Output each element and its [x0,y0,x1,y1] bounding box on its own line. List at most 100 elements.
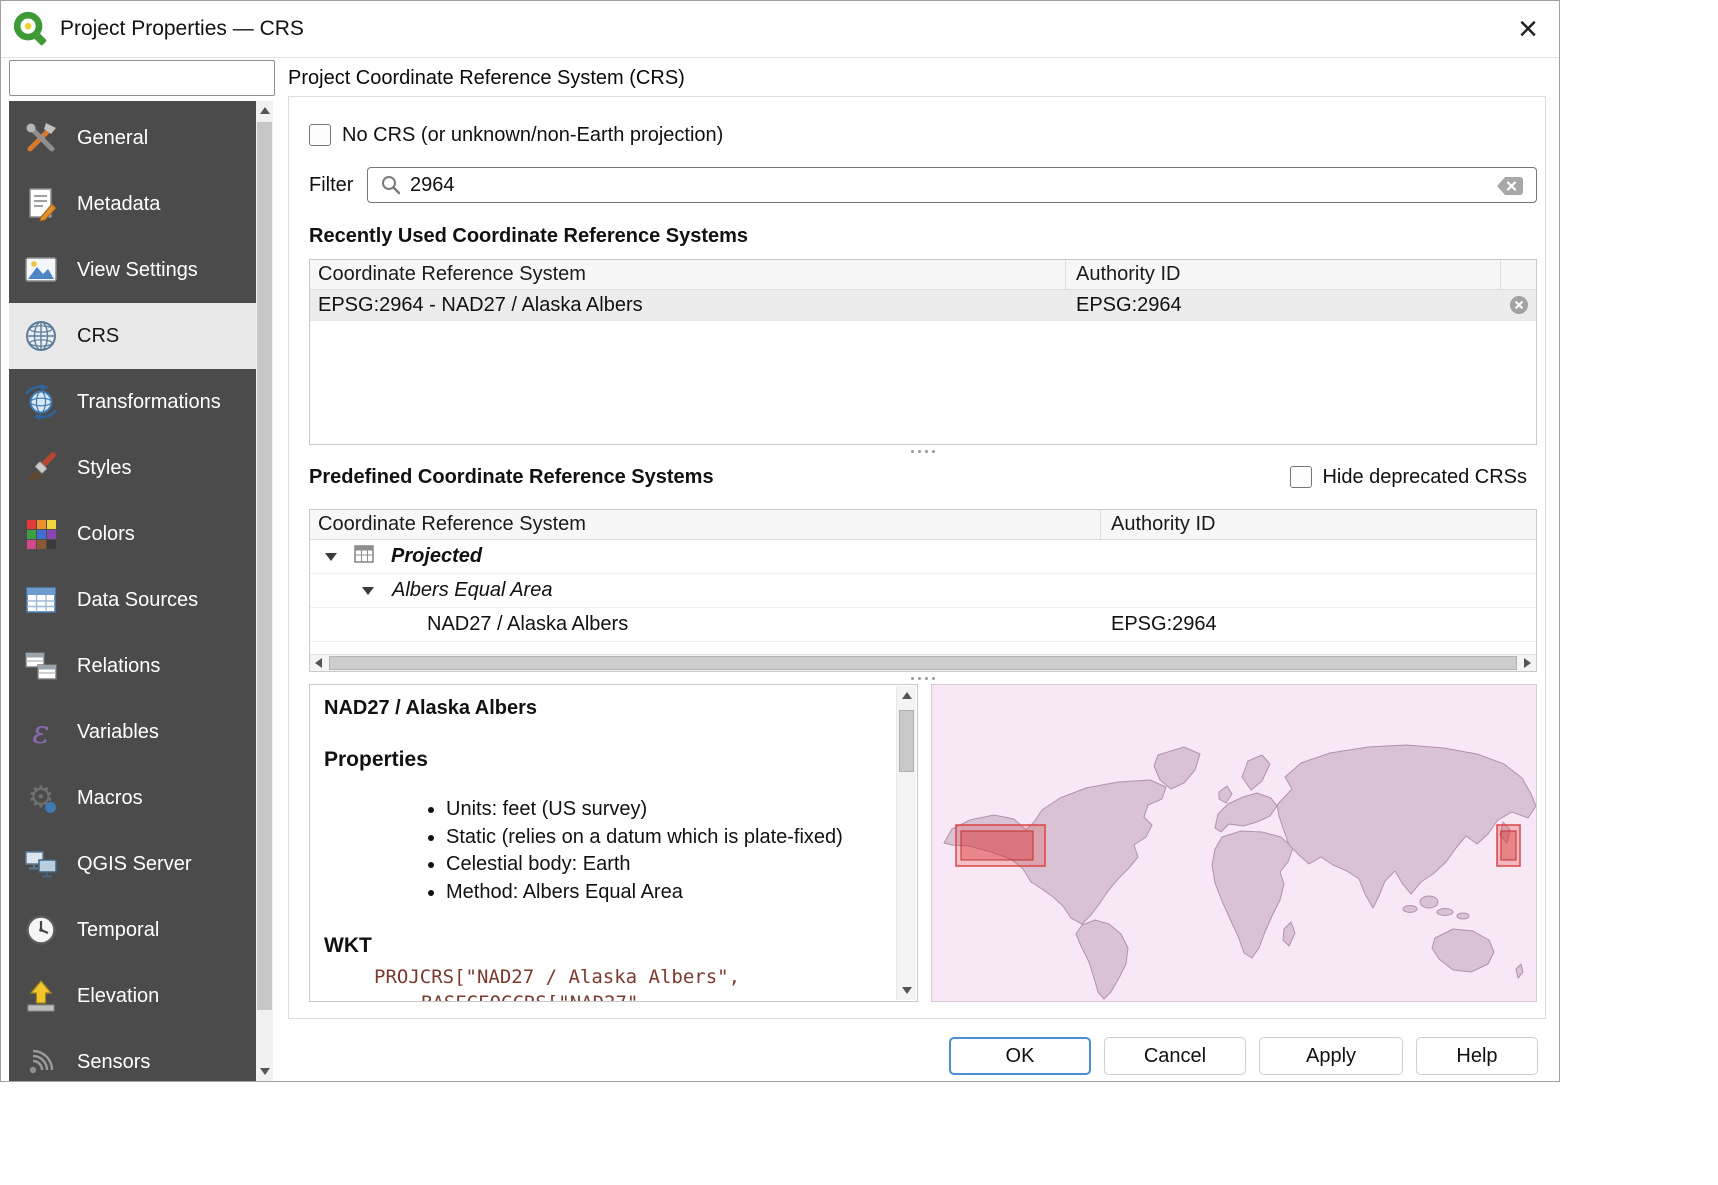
sidebar-item-data-sources[interactable]: Data Sources [9,567,256,633]
world-extent-map [932,685,1537,1002]
crs-group-box: No CRS (or unknown/non-Earth projection)… [288,96,1546,1019]
hide-deprecated-label: Hide deprecated CRSs [1322,466,1527,489]
qgis-logo-icon [11,10,49,48]
filter-label: Filter [309,174,367,197]
sidebar-item-relations[interactable]: Relations [9,633,256,699]
wkt-line: PROJCRS["NAD27 / Alaska Albers", [374,964,883,990]
globe-arrows-icon [21,382,61,422]
settings-sidebar: General Metadata [1,59,275,1081]
grid-table-icon [354,544,374,570]
scroll-up-icon[interactable] [256,101,273,120]
section-splitter-handle[interactable] [309,445,1537,457]
search-icon [380,174,402,196]
horizontal-scrollbar-thumb[interactable] [329,656,1517,670]
property-item: Method: Albers Equal Area [446,879,883,907]
image-icon [21,250,61,290]
clock-icon [21,910,61,950]
sidebar-scrollbar[interactable] [256,101,273,1081]
sidebar-item-macros[interactable]: ⚙ Macros [9,765,256,831]
scroll-down-icon[interactable] [897,981,917,1000]
help-button[interactable]: Help [1416,1037,1538,1075]
table-icon [21,580,61,620]
project-properties-dialog: Project Properties — CRS × [0,0,1560,1082]
filter-input-box[interactable] [367,167,1537,203]
no-crs-label: No CRS (or unknown/non-Earth projection) [342,124,723,147]
recent-col-crs[interactable]: Coordinate Reference System [310,260,1066,289]
sidebar-item-qgis-server[interactable]: QGIS Server [9,831,256,897]
recent-table-empty-area [310,321,1536,444]
predefined-crs-table: Coordinate Reference System Authority ID [309,509,1537,672]
tree-subgroup-albers-equal-area[interactable]: Albers Equal Area [310,574,1536,608]
sidebar-item-elevation[interactable]: Elevation [9,963,256,1029]
sidebar-item-colors[interactable]: Colors [9,501,256,567]
remove-recent-crs-icon[interactable] [1509,295,1529,315]
scroll-right-icon[interactable] [1519,655,1536,671]
sidebar-item-sensors[interactable]: Sensors [9,1029,256,1081]
recent-crs-heading: Recently Used Coordinate Reference Syste… [309,223,1537,250]
predefined-col-crs[interactable]: Coordinate Reference System [310,510,1101,539]
ok-button[interactable]: OK [949,1037,1091,1075]
wkt-line: BASEGEOGCRS["NAD27", [421,990,883,1002]
title-bar[interactable]: Project Properties — CRS × [1,1,1559,58]
scroll-up-icon[interactable] [897,686,917,705]
page-title: Project Coordinate Reference System (CRS… [288,67,685,90]
tree-group-projected[interactable]: Projected [310,540,1536,574]
recent-col-authority[interactable]: Authority ID [1066,260,1501,289]
filter-input[interactable] [410,174,1492,197]
sidebar-item-crs[interactable]: CRS [9,303,256,369]
predefined-table-empty-area [310,642,1536,654]
server-monitors-icon [21,844,61,884]
clear-filter-icon[interactable] [1496,176,1524,202]
cancel-button[interactable]: Cancel [1104,1037,1246,1075]
dialog-button-box: OK Cancel Apply Help [288,1037,1538,1075]
chevron-down-icon[interactable] [325,553,337,561]
details-scrollbar[interactable] [896,686,916,1000]
sidebar-item-transformations[interactable]: Transformations [9,369,256,435]
sidebar-item-variables[interactable]: ε Variables [9,699,256,765]
scroll-down-icon[interactable] [256,1062,273,1081]
wkt-heading: WKT [324,934,883,958]
gear-icon: ⚙ [21,778,61,818]
crs-properties-list: Units: feet (US survey) Static (relies o… [324,796,883,906]
predefined-col-authority[interactable]: Authority ID [1101,510,1536,539]
tools-icon [21,118,61,158]
chevron-down-icon[interactable] [362,587,374,595]
sidebar-item-general[interactable]: General [9,105,256,171]
recent-crs-table: Coordinate Reference System Authority ID… [309,259,1537,445]
sidebar-item-styles[interactable]: Styles [9,435,256,501]
recent-col-extra [1501,260,1536,289]
paintbrush-icon [21,448,61,488]
recent-crs-row[interactable]: EPSG:2964 - NAD27 / Alaska Albers EPSG:2… [310,290,1536,321]
no-crs-checkbox[interactable] [309,124,331,146]
crs-details-title: NAD27 / Alaska Albers [324,697,883,720]
sidebar-scrollbar-thumb[interactable] [257,122,272,1010]
window-title: Project Properties — CRS [60,17,304,41]
apply-button[interactable]: Apply [1259,1037,1403,1075]
sidebar-search-input[interactable] [25,67,270,89]
crs-extent-map-panel [931,684,1537,1002]
sidebar-item-temporal[interactable]: Temporal [9,897,256,963]
section-splitter-handle[interactable] [309,672,1537,684]
sidebar-list: General Metadata [9,101,256,1081]
color-palette-icon [21,514,61,554]
details-scrollbar-thumb[interactable] [899,710,914,772]
crs-details-panel: NAD27 / Alaska Albers Properties Units: … [309,684,918,1002]
property-item: Units: feet (US survey) [446,796,883,824]
predefined-horizontal-scrollbar[interactable] [310,654,1536,671]
property-item: Celestial body: Earth [446,851,883,879]
scroll-left-icon[interactable] [310,655,327,671]
sidebar-item-view-settings[interactable]: View Settings [9,237,256,303]
elevation-arrow-icon [21,976,61,1016]
properties-heading: Properties [324,748,883,772]
close-button[interactable]: × [1505,8,1551,50]
sidebar-search-box[interactable] [9,60,275,96]
document-pencil-icon [21,184,61,224]
hide-deprecated-checkbox[interactable] [1290,466,1312,488]
wkt-code-block: PROJCRS["NAD27 / Alaska Albers", BASEGEO… [324,964,883,1002]
epsilon-icon: ε [21,712,61,752]
tree-leaf-nad27-alaska-albers[interactable]: NAD27 / Alaska Albers EPSG:2964 [310,608,1536,642]
predefined-crs-heading: Predefined Coordinate Reference Systems [309,464,714,491]
property-item: Static (relies on a datum which is plate… [446,824,883,852]
sidebar-item-metadata[interactable]: Metadata [9,171,256,237]
globe-grid-icon [21,316,61,356]
